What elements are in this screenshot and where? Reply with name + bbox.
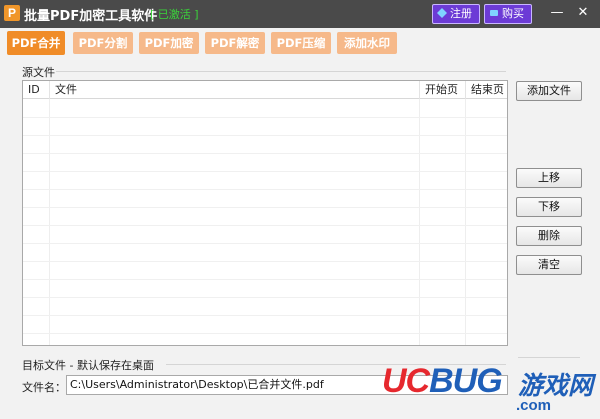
function-tabs: PDF合并 PDF分割 PDF加密 PDF解密 PDF压缩 添加水印 [0, 28, 600, 58]
delete-button[interactable]: 删除 [516, 226, 582, 246]
target-file-label: 目标文件 - 默认保存在桌面 [22, 359, 154, 372]
row-divider [23, 261, 507, 262]
move-up-button[interactable]: 上移 [516, 168, 582, 188]
row-divider [23, 117, 507, 118]
minimize-button[interactable]: — [546, 3, 568, 23]
activation-status: [ 已激活 ] [150, 8, 199, 21]
column-header-file[interactable]: 文件 [49, 81, 441, 99]
tab-pdf-decrypt[interactable]: PDF解密 [205, 32, 265, 54]
table-header: ID 文件 开始页 结束页 [23, 81, 507, 99]
add-file-button[interactable]: 添加文件 [516, 81, 582, 101]
source-files-label: 源文件 [22, 66, 55, 79]
filename-label: 文件名： [22, 381, 66, 394]
tab-pdf-merge[interactable]: PDF合并 [7, 31, 65, 55]
cart-icon [490, 10, 498, 16]
row-divider [23, 315, 507, 316]
diamond-icon [437, 8, 447, 18]
source-group-divider [56, 71, 506, 72]
target-group-divider-right [518, 357, 580, 358]
column-header-end-page[interactable]: 结束页 [465, 81, 507, 99]
register-button[interactable]: 注册 [432, 4, 480, 24]
buy-button[interactable]: 购买 [484, 4, 532, 24]
move-down-button[interactable]: 下移 [516, 197, 582, 217]
row-divider [23, 135, 507, 136]
column-header-id[interactable]: ID [23, 81, 49, 99]
close-button[interactable]: ✕ [572, 3, 594, 23]
register-label: 注册 [450, 7, 472, 20]
row-divider [23, 279, 507, 280]
column-header-start-page[interactable]: 开始页 [419, 81, 465, 99]
tab-add-watermark[interactable]: 添加水印 [337, 32, 397, 54]
row-divider [23, 153, 507, 154]
row-divider [23, 333, 507, 334]
row-divider [23, 171, 507, 172]
buy-label: 购买 [502, 7, 524, 20]
row-divider [23, 297, 507, 298]
watermark-bug: BUG [429, 362, 503, 400]
window-title: 批量PDF加密工具软件 [24, 9, 158, 24]
tab-pdf-encrypt[interactable]: PDF加密 [139, 32, 199, 54]
row-divider [23, 189, 507, 190]
file-list-table[interactable]: ID 文件 开始页 结束页 [22, 80, 508, 346]
row-divider [23, 243, 507, 244]
tab-pdf-compress[interactable]: PDF压缩 [271, 32, 331, 54]
watermark-domain: .com [516, 397, 552, 414]
title-bar: P 批量PDF加密工具软件 [ 已激活 ] 注册 购买 — ✕ [0, 0, 600, 28]
app-logo-icon: P [4, 5, 20, 21]
row-divider [23, 207, 507, 208]
tab-pdf-split[interactable]: PDF分割 [73, 32, 133, 54]
watermark-uc: UC [382, 362, 430, 400]
site-watermark: UCBUG 游戏网 .com [382, 360, 600, 419]
row-divider [23, 225, 507, 226]
watermark-logo: UCBUG [382, 362, 503, 401]
clear-button[interactable]: 清空 [516, 255, 582, 275]
